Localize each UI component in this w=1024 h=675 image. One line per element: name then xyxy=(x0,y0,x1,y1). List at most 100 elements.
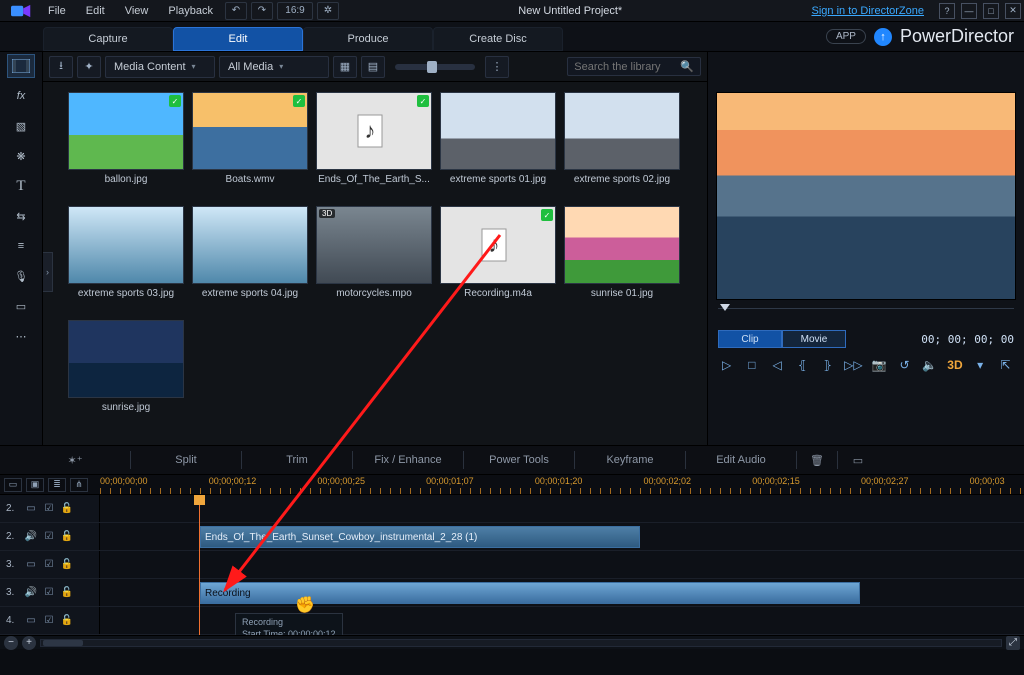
track-lock-toggle[interactable]: 🔓 xyxy=(60,614,74,628)
loop-button[interactable]: ↺ xyxy=(896,356,913,374)
split-button[interactable]: Split xyxy=(131,446,241,474)
preview-viewport[interactable] xyxy=(716,92,1016,300)
track-header[interactable]: 3.🔊☑🔓 xyxy=(0,579,100,606)
track-lock-toggle[interactable]: 🔓 xyxy=(60,502,74,516)
grid-view-button[interactable]: ▦ xyxy=(333,56,357,78)
track-enable-toggle[interactable]: ☑ xyxy=(42,502,56,516)
toolcol-expander[interactable]: › xyxy=(43,252,53,292)
track-lane[interactable]: Ends_Of_The_Earth_Sunset_Cowboy_instrume… xyxy=(100,523,1024,550)
timeline-hscroll[interactable] xyxy=(40,639,1002,647)
track-lane[interactable] xyxy=(100,495,1024,522)
preview-seek[interactable] xyxy=(718,308,1014,326)
fx-room-icon[interactable]: fx xyxy=(7,84,35,108)
timeline-playhead[interactable] xyxy=(199,495,200,635)
menu-file[interactable]: File xyxy=(38,0,76,21)
pip-room-icon[interactable]: ▧ xyxy=(7,114,35,138)
chapter-room-icon[interactable]: ▭ xyxy=(7,294,35,318)
title-room-icon[interactable]: T xyxy=(7,174,35,198)
track-lock-toggle[interactable]: 🔓 xyxy=(60,530,74,544)
track-header[interactable]: 3.▭☑🔓 xyxy=(0,551,100,578)
menu-view[interactable]: View xyxy=(115,0,159,21)
tab-produce[interactable]: Produce xyxy=(303,27,433,51)
preview-mode-movie[interactable]: Movie xyxy=(782,330,846,348)
help-button[interactable]: ? xyxy=(939,3,955,19)
plugins-button[interactable]: ✦ xyxy=(77,56,101,78)
tab-capture[interactable]: Capture xyxy=(43,27,173,51)
media-item[interactable]: extreme sports 02.jpg xyxy=(563,92,681,202)
edit-audio-button[interactable]: Edit Audio xyxy=(686,446,796,474)
settings-button[interactable]: ✲ xyxy=(317,2,339,20)
media-item[interactable]: extreme sports 01.jpg xyxy=(439,92,557,202)
step-back-button[interactable]: ⦃ xyxy=(794,356,811,374)
menu-edit[interactable]: Edit xyxy=(76,0,115,21)
tl-tracks-icon[interactable]: ≣ xyxy=(48,478,66,492)
volume-button[interactable]: 🔈 xyxy=(921,356,938,374)
import-media-button[interactable]: ⭳ xyxy=(49,56,73,78)
tl-view-movie-icon[interactable]: ▭ xyxy=(4,478,22,492)
maximize-button[interactable]: □ xyxy=(983,3,999,19)
track-lane[interactable]: Recording xyxy=(100,579,1024,606)
track-header[interactable]: 2.▭☑🔓 xyxy=(0,495,100,522)
tl-markers-icon[interactable]: ⋔ xyxy=(70,478,88,492)
track-enable-toggle[interactable]: ☑ xyxy=(42,530,56,544)
track-lane[interactable] xyxy=(100,551,1024,578)
library-menu-button[interactable]: ⋮ xyxy=(485,56,509,78)
signin-link[interactable]: Sign in to DirectorZone xyxy=(800,5,937,17)
particle-room-icon[interactable]: ❋ xyxy=(7,144,35,168)
undock-preview-button[interactable]: ⇱ xyxy=(997,356,1014,374)
track-enable-toggle[interactable]: ☑ xyxy=(42,614,56,628)
preview-mode-clip[interactable]: Clip xyxy=(718,330,782,348)
tab-createdisc[interactable]: Create Disc xyxy=(433,27,563,51)
close-button[interactable]: ✕ xyxy=(1005,3,1021,19)
subtitle-room-icon[interactable]: ⋯ xyxy=(7,324,35,348)
menu-playback[interactable]: Playback xyxy=(158,0,223,21)
media-filter-dropdown[interactable]: All Media▾ xyxy=(219,56,329,78)
media-item[interactable]: 3Dmotorcycles.mpo xyxy=(315,206,433,316)
voiceover-room-icon[interactable]: 🎙 xyxy=(7,264,35,288)
zoom-in-button[interactable]: + xyxy=(22,636,36,650)
snapshot-button[interactable]: 📷 xyxy=(871,356,888,374)
aspect-ratio-button[interactable]: 16:9 xyxy=(277,2,313,20)
minimize-button[interactable]: — xyxy=(961,3,977,19)
track-lock-toggle[interactable]: 🔓 xyxy=(60,586,74,600)
track-enable-toggle[interactable]: ☑ xyxy=(42,558,56,572)
media-item[interactable]: extreme sports 04.jpg xyxy=(191,206,309,316)
track-header[interactable]: 4.▭☑🔓 xyxy=(0,607,100,634)
prev-frame-button[interactable]: ◁ xyxy=(768,356,785,374)
step-fwd-button[interactable]: ⦄ xyxy=(819,356,836,374)
media-item[interactable]: ✓Boats.wmv xyxy=(191,92,309,202)
fix-enhance-button[interactable]: Fix / Enhance xyxy=(353,446,463,474)
tab-edit[interactable]: Edit xyxy=(173,27,303,51)
more-clip-button[interactable]: ▭ xyxy=(838,454,878,467)
cloud-icon[interactable]: ↑ xyxy=(874,28,892,46)
keyframe-button[interactable]: Keyframe xyxy=(575,446,685,474)
media-item[interactable]: ✓ballon.jpg xyxy=(67,92,185,202)
preview-3d-button[interactable]: 3D xyxy=(946,356,963,374)
seek-playhead[interactable] xyxy=(720,304,730,311)
timeline-clip[interactable]: Ends_Of_The_Earth_Sunset_Cowboy_instrume… xyxy=(200,526,640,548)
fit-timeline-button[interactable]: ⤢ xyxy=(1006,636,1020,650)
media-room-icon[interactable] xyxy=(7,54,35,78)
trim-button[interactable]: Trim xyxy=(242,446,352,474)
undo-button[interactable]: ↶ xyxy=(225,2,247,20)
power-tools-button[interactable]: Power Tools xyxy=(464,446,574,474)
track-header[interactable]: 2.🔊☑🔓 xyxy=(0,523,100,550)
list-view-button[interactable]: ▤ xyxy=(361,56,385,78)
magic-tools-button[interactable]: ✶⁺ xyxy=(20,446,130,474)
search-icon[interactable]: 🔍 xyxy=(680,60,694,73)
track-enable-toggle[interactable]: ☑ xyxy=(42,586,56,600)
media-category-dropdown[interactable]: Media Content▾ xyxy=(105,56,215,78)
stop-button[interactable]: □ xyxy=(743,356,760,374)
timeline-ruler[interactable]: 00;00;00;0000;00;00;1200;00;00;2500;00;0… xyxy=(100,475,1024,494)
audio-room-icon[interactable]: ≡ xyxy=(7,234,35,258)
preview-quality-button[interactable]: ▾ xyxy=(972,356,989,374)
media-item[interactable]: ♪✓Recording.m4a xyxy=(439,206,557,316)
track-lock-toggle[interactable]: 🔓 xyxy=(60,558,74,572)
transition-room-icon[interactable]: ⇆ xyxy=(7,204,35,228)
delete-clip-button[interactable]: 🗑 xyxy=(797,454,837,467)
media-item[interactable]: ♪✓Ends_Of_The_Earth_S... xyxy=(315,92,433,202)
next-frame-button[interactable]: ▷▷ xyxy=(844,356,862,374)
media-item[interactable]: sunrise 01.jpg xyxy=(563,206,681,316)
zoom-out-button[interactable]: − xyxy=(4,636,18,650)
thumb-size-slider[interactable] xyxy=(395,64,475,70)
